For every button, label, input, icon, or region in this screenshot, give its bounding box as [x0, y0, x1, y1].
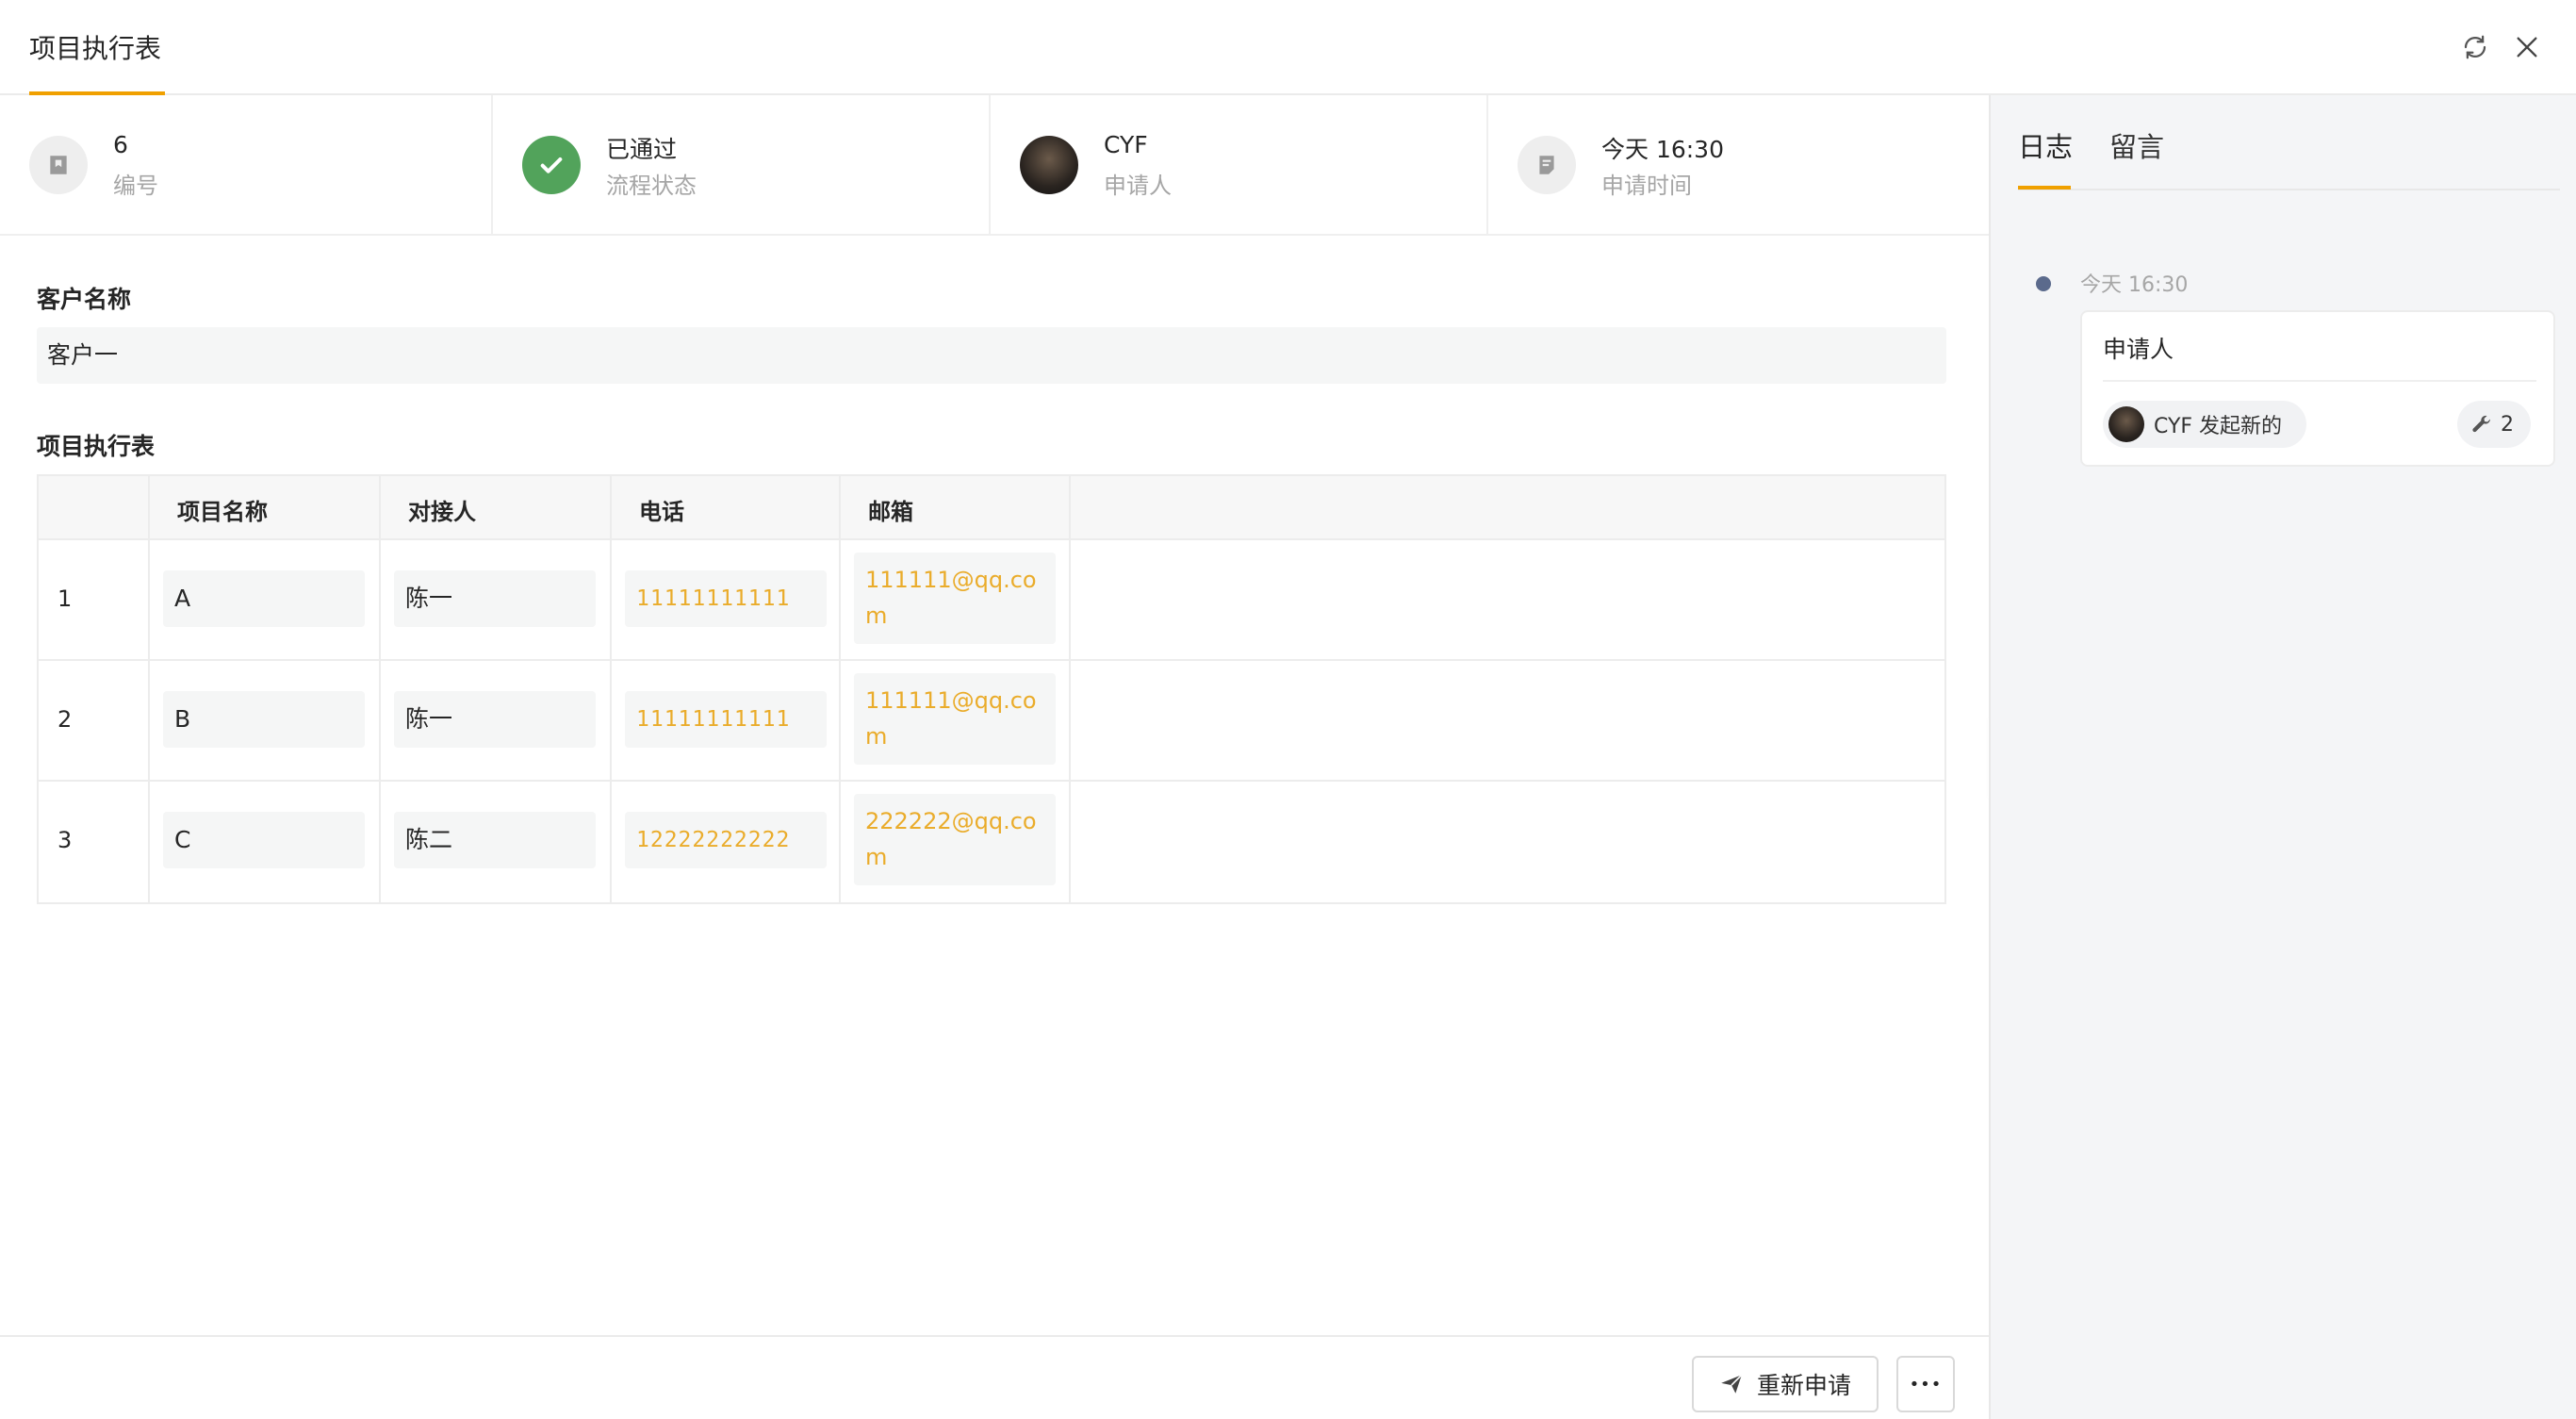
info-number: 6 编号 — [0, 95, 493, 236]
actor-text: CYF 发起新的 — [2154, 415, 2283, 438]
column-header-name: 项目名称 — [150, 476, 381, 538]
column-header-label: 邮箱 — [868, 499, 913, 525]
status-value: 已通过 — [606, 136, 678, 163]
phone-cell: 11111111111 — [612, 540, 841, 659]
more-icon: ••• — [1909, 1374, 1943, 1394]
row-number: 3 — [57, 827, 73, 853]
main-panel: 6 编号 已通过 流程状态 CYF 申请人 今天 16:30 申请时间 客户名称… — [0, 95, 1989, 1419]
reapply-button[interactable]: 重新申请 — [1692, 1356, 1879, 1412]
row-number: 2 — [57, 706, 73, 733]
number-label: 编号 — [113, 173, 158, 199]
footer-bar: 重新申请 ••• — [0, 1335, 1989, 1419]
handler-count-pill[interactable]: 2 — [2457, 401, 2531, 448]
project-name-field[interactable]: B — [163, 691, 365, 748]
customer-field[interactable]: 客户一 — [37, 327, 1946, 384]
email-link[interactable]: 111111@qq.com — [854, 553, 1056, 644]
project-table: 项目名称 对接人 电话 邮箱 1 A 陈一 11111111111 111111… — [37, 474, 1946, 904]
phone-link[interactable]: 11111111111 — [625, 570, 827, 627]
contact-field[interactable]: 陈一 — [394, 691, 596, 748]
info-time: 今天 16:30 申请时间 — [1488, 95, 1989, 236]
bookmark-icon — [29, 136, 88, 194]
applicant-value: CYF — [1104, 131, 1148, 158]
active-tab-indicator — [2018, 186, 2071, 190]
phone-link[interactable]: 12222222222 — [625, 812, 827, 868]
email-cell: 222222@qq.com — [841, 782, 1071, 902]
info-status: 已通过 流程状态 — [493, 95, 991, 236]
email-link[interactable]: 222222@qq.com — [854, 794, 1056, 885]
log-title: 申请人 — [2103, 336, 2174, 363]
tab-divider — [2018, 189, 2560, 190]
applicant-label: 申请人 — [1104, 173, 1172, 199]
table-row: 2 B 陈一 11111111111 111111@qq.com — [39, 661, 1944, 782]
column-header-phone: 电话 — [612, 476, 841, 538]
tab-comments[interactable]: 留言 — [2109, 125, 2164, 165]
table-label: 项目执行表 — [37, 433, 156, 460]
email-link[interactable]: 111111@qq.com — [854, 673, 1056, 765]
project-name-field[interactable]: C — [163, 812, 365, 868]
tab-log[interactable]: 日志 — [2018, 125, 2073, 165]
name-cell: B — [150, 661, 381, 780]
info-applicant: CYF 申请人 — [991, 95, 1488, 236]
document-icon — [1518, 136, 1576, 194]
time-label: 申请时间 — [1601, 173, 1692, 199]
column-header-index — [39, 476, 150, 538]
dialog-title: 项目执行表 — [29, 33, 162, 64]
actor-pill: CYF 发起新的 — [2103, 401, 2307, 448]
info-bar: 6 编号 已通过 流程状态 CYF 申请人 今天 16:30 申请时间 — [0, 95, 1989, 236]
email-cell: 111111@qq.com — [841, 540, 1071, 659]
timeline-dot — [2036, 276, 2051, 291]
wrench-icon — [2470, 413, 2493, 436]
dialog-header: 项目执行表 — [0, 0, 2576, 95]
blank-cell — [1071, 661, 1944, 780]
column-header-label: 对接人 — [408, 499, 476, 525]
blank-cell — [1071, 782, 1944, 902]
table-row: 3 C 陈二 12222222222 222222@qq.com — [39, 782, 1944, 902]
avatar — [1020, 136, 1078, 194]
side-panel: 日志 留言 今天 16:30 申请人 CYF 发起新的 2 — [1989, 95, 2576, 1419]
contact-cell: 陈二 — [381, 782, 612, 902]
time-value: 今天 16:30 — [1601, 136, 1724, 163]
blank-cell — [1071, 540, 1944, 659]
avatar — [2108, 406, 2144, 442]
send-icon — [1719, 1372, 1744, 1396]
status-label: 流程状态 — [606, 173, 697, 199]
phone-cell: 12222222222 — [612, 782, 841, 902]
handler-count: 2 — [2501, 412, 2514, 437]
card-divider — [2103, 380, 2536, 382]
table-header: 项目名称 对接人 电话 邮箱 — [39, 476, 1944, 540]
reapply-label: 重新申请 — [1756, 1372, 1851, 1399]
column-header-email: 邮箱 — [841, 476, 1071, 538]
table-row: 1 A 陈一 11111111111 111111@qq.com — [39, 540, 1944, 661]
name-cell: C — [150, 782, 381, 902]
number-value: 6 — [113, 131, 128, 158]
column-header-label: 电话 — [639, 499, 684, 525]
name-cell: A — [150, 540, 381, 659]
close-icon[interactable] — [2508, 28, 2546, 66]
log-card: 申请人 CYF 发起新的 2 — [2080, 310, 2555, 467]
project-name-field[interactable]: A — [163, 570, 365, 627]
contact-field[interactable]: 陈一 — [394, 570, 596, 627]
refresh-icon[interactable] — [2456, 28, 2494, 66]
customer-label: 客户名称 — [37, 286, 132, 313]
more-button[interactable]: ••• — [1896, 1356, 1955, 1412]
contact-cell: 陈一 — [381, 540, 612, 659]
phone-cell: 11111111111 — [612, 661, 841, 780]
contact-field[interactable]: 陈二 — [394, 812, 596, 868]
phone-link[interactable]: 11111111111 — [625, 691, 827, 748]
column-header-blank — [1071, 476, 1944, 538]
contact-cell: 陈一 — [381, 661, 612, 780]
column-header-contact: 对接人 — [381, 476, 612, 538]
row-index-cell: 2 — [39, 661, 150, 780]
check-circle-icon — [522, 136, 581, 194]
row-number: 1 — [57, 586, 73, 612]
row-index-cell: 1 — [39, 540, 150, 659]
log-time: 今天 16:30 — [2080, 273, 2189, 297]
email-cell: 111111@qq.com — [841, 661, 1071, 780]
row-index-cell: 3 — [39, 782, 150, 902]
column-header-label: 项目名称 — [177, 499, 268, 525]
